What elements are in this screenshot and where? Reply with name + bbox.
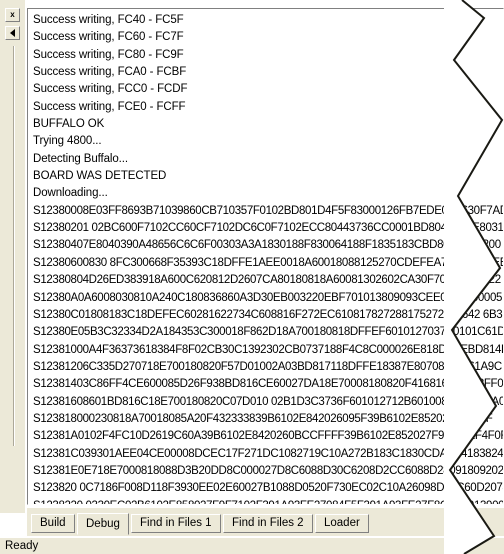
tab-find-in-files-2[interactable]: Find in Files 2 [223, 514, 313, 533]
output-line: S123820 0C7186F008D118F3930EE02E60027B10… [33, 482, 504, 495]
output-line: Success writing, FCC0 - FCDF [33, 83, 188, 96]
output-line: BOARD WAS DETECTED [33, 170, 167, 183]
close-icon[interactable]: x [5, 8, 20, 22]
dock-gutter: x Output [0, 0, 26, 513]
output-line: Success writing, FC60 - FC7F [33, 31, 184, 44]
output-lines: Success writing, FC40 - FC5F Success writ… [28, 9, 504, 504]
output-line: S12380201 02BC600F7102CC60CF7102DC6C0F71… [33, 222, 504, 235]
tab-find-in-files-1[interactable]: Find in Files 1 [131, 514, 221, 533]
output-line: S1238220 0330EC02B6102E858027F9F7102F391… [33, 498, 503, 504]
output-line: S12381608601BD816C18E700180820C07D010 02… [33, 395, 504, 408]
status-text: Ready [5, 540, 39, 552]
output-line: S12380600830 8FC300668F35393C18DFFE1AEE0… [33, 256, 504, 269]
output-line: S12380C01808183C18DEFEC60281622734C60881… [33, 308, 503, 321]
output-line: Detecting Buffalo... [33, 152, 128, 165]
output-line: S12381403C86FF4CE600085D26F938BD816CE600… [33, 378, 504, 391]
output-line: S12380E05B3C32334D2A184353C300018F862D18… [33, 326, 504, 339]
output-line: Downloading... [33, 187, 108, 200]
output-line: S123818000230818A70018085A20F432333839B6… [33, 412, 493, 425]
output-line: S12381E0E718E7000818088D3B20DD8C000027D8… [33, 464, 504, 477]
output-line: BUFFALO OK [33, 118, 105, 131]
tab-debug[interactable]: Debug [77, 513, 129, 535]
output-line: Success writing, FCE0 - FCFF [33, 100, 186, 113]
output-line: S12380407E8040390A48656C6C6F00303A3A1830… [33, 239, 501, 252]
output-line: S12380804D26ED383918A600C620812D2607CA80… [33, 274, 501, 287]
output-line: Success writing, FC80 - FC9F [33, 48, 184, 61]
gutter-rail-highlight [14, 46, 15, 446]
tab-loader[interactable]: Loader [315, 514, 369, 533]
tab-build[interactable]: Build [31, 514, 75, 533]
output-line: S12381000A4F36373618384F8F02CB30C1392302… [33, 343, 504, 356]
chevron-left-icon-glyph [10, 29, 15, 37]
output-tab-strip: Build Debug Find in Files 1 Find in Files 2… [27, 507, 504, 536]
status-bar: Ready [0, 537, 504, 554]
output-line: S12380008E03FF8693B71039860CB710357F0102… [33, 204, 504, 217]
output-line: S12381206C335D270718E700180820F57D01002A… [33, 360, 502, 373]
output-line: S12381C039301AEE04CE00008DCEC17F271DC108… [33, 447, 504, 460]
output-line: Success writing, FC40 - FC5F [33, 14, 184, 26]
chevron-left-icon[interactable] [5, 26, 20, 40]
close-icon-glyph: x [10, 10, 15, 19]
output-line: Trying 4800... [33, 135, 102, 148]
output-line: S12381A0102F4FC10D2619C60A39B6102E842026… [33, 430, 504, 443]
output-line: Success writing, FCA0 - FCBF [33, 66, 187, 79]
output-line: S12380A0A6008030810A240C180836860A3D30EB… [33, 291, 503, 304]
output-panel-window: x Output Success writing, FC40 - FC5FSuc… [0, 0, 504, 554]
output-text-area[interactable]: Success writing, FC40 - FC5F Success writ… [27, 8, 504, 505]
